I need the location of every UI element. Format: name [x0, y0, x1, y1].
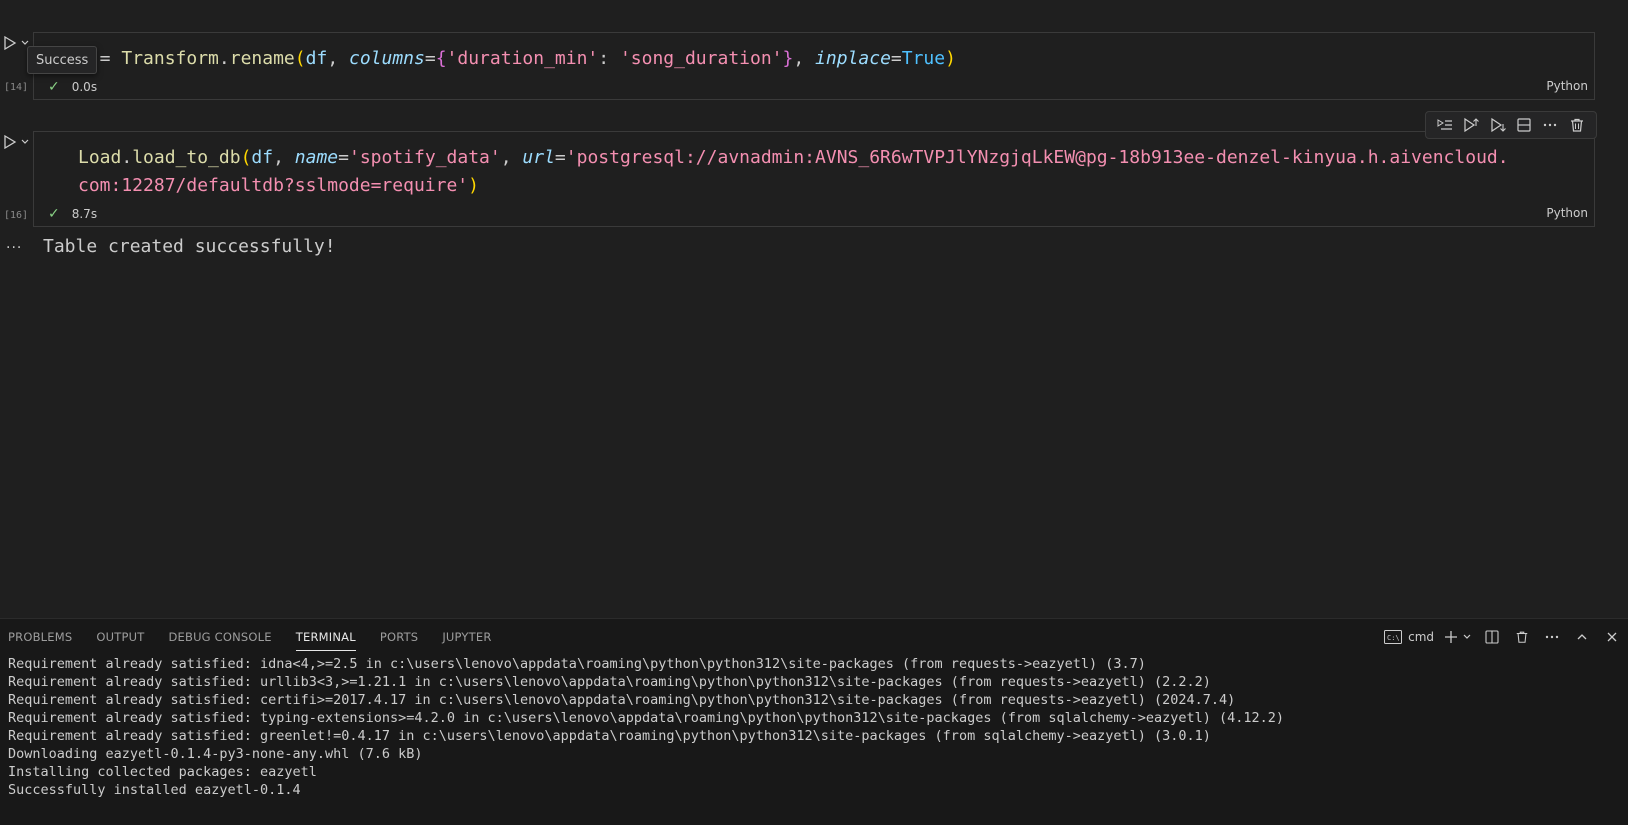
- code-token: (: [294, 48, 306, 69]
- split-cell-icon[interactable]: [1513, 114, 1535, 136]
- cell-2-code[interactable]: Load.load_to_db(df, name='spotify_data',…: [78, 144, 1509, 200]
- new-terminal-button[interactable]: [1444, 626, 1472, 648]
- terminal-icon: C:\: [1384, 630, 1403, 644]
- cell-output: Table created successfully!: [43, 236, 336, 257]
- code-token: df: [251, 147, 274, 168]
- code-token: {: [435, 48, 447, 69]
- code-token: url: [522, 147, 555, 168]
- split-icon: [1485, 630, 1499, 644]
- code-token: com:12287/defaultdb?sslmode=require': [78, 175, 469, 196]
- check-icon: ✓: [48, 206, 60, 222]
- tab-jupyter[interactable]: JUPYTER: [430, 619, 503, 655]
- terminal-line: Requirement already satisfied: idna<4,>=…: [8, 656, 1146, 672]
- code-token: .: [218, 48, 230, 69]
- code-token: ,: [327, 48, 349, 69]
- more-actions-icon: [1545, 635, 1559, 639]
- chevron-up-icon: [1577, 634, 1587, 640]
- code-token: ,: [273, 147, 295, 168]
- code-token: ,: [500, 147, 523, 168]
- code-token: 'spotify_data': [349, 147, 501, 168]
- close-icon: [1607, 632, 1617, 642]
- chevron-down-icon[interactable]: [20, 137, 30, 147]
- cell-1-code[interactable]: f = Transform.rename(df, columns={'durat…: [78, 45, 956, 73]
- code-token: df: [305, 48, 328, 69]
- code-cell-2[interactable]: Load.load_to_db(df, name='spotify_data',…: [33, 131, 1595, 227]
- cell-2-run-controls: [3, 135, 30, 149]
- success-tooltip: Success: [27, 46, 98, 74]
- code-token: .: [121, 147, 133, 168]
- panel-actions: C:\ cmd: [1384, 619, 1622, 655]
- delete-cell-icon[interactable]: [1566, 114, 1588, 136]
- run-by-line-icon[interactable]: [1434, 114, 1456, 136]
- close-panel-button[interactable]: [1602, 626, 1622, 648]
- code-token: =: [424, 48, 436, 69]
- code-token: Transform: [121, 48, 219, 69]
- cell-1-run-controls: [3, 36, 30, 50]
- code-token: =: [338, 147, 349, 168]
- code-token: 'duration_min': [446, 48, 599, 69]
- terminal-line: Downloading eazyetl-0.1.4-py3-none-any.w…: [8, 746, 423, 762]
- tab-ports[interactable]: PORTS: [368, 619, 430, 655]
- tab-debug-console[interactable]: DEBUG CONSOLE: [156, 619, 283, 655]
- code-token: ): [945, 48, 956, 69]
- notebook-editor: [14] f = Transform.rename(df, columns={'…: [0, 0, 1628, 618]
- terminal-name: cmd: [1408, 630, 1434, 644]
- tab-terminal[interactable]: TERMINAL: [284, 619, 368, 655]
- maximize-panel-button[interactable]: [1572, 626, 1592, 648]
- code-token: =: [554, 147, 566, 168]
- execution-duration: 0.0s: [71, 80, 98, 94]
- code-token: ): [468, 175, 479, 196]
- run-cell-icon[interactable]: [3, 135, 17, 149]
- code-token: name: [294, 147, 339, 168]
- code-token: inplace: [815, 48, 891, 69]
- terminal-line: Requirement already satisfied: certifi>=…: [8, 692, 1236, 708]
- check-icon: ✓: [48, 79, 60, 95]
- terminal-line: Installing collected packages: eazyetl: [8, 764, 317, 780]
- kill-terminal-button[interactable]: [1512, 626, 1532, 648]
- execute-below-icon[interactable]: [1487, 114, 1509, 136]
- code-cell-1[interactable]: f = Transform.rename(df, columns={'durat…: [33, 32, 1595, 100]
- execution-count: [16]: [4, 210, 29, 221]
- code-token: 'postgresql://avnadmin:AVNS_6R6wTVPJlYNz…: [565, 147, 1509, 168]
- tab-problems[interactable]: PROBLEMS: [8, 619, 84, 655]
- code-token: ,: [793, 48, 816, 69]
- cell-language-label[interactable]: Python: [1546, 206, 1588, 220]
- cell-2-status: ✓ 8.7s: [48, 206, 97, 222]
- terminal-line: Requirement already satisfied: urllib3<3…: [8, 674, 1211, 690]
- code-token: Load: [78, 147, 122, 168]
- code-token: =: [890, 48, 902, 69]
- cell-toolbar: [1425, 111, 1597, 139]
- cell-language-label[interactable]: Python: [1546, 79, 1588, 93]
- panel-more-button[interactable]: [1542, 626, 1562, 648]
- execute-above-icon[interactable]: [1460, 114, 1482, 136]
- bottom-panel: PROBLEMS OUTPUT DEBUG CONSOLE TERMINAL P…: [0, 618, 1628, 825]
- execution-count: [14]: [4, 82, 29, 93]
- svg-text:C:\: C:\: [1387, 634, 1400, 642]
- terminal-output[interactable]: Requirement already satisfied: idna<4,>=…: [8, 655, 1620, 823]
- code-token: :: [598, 48, 620, 69]
- code-token: rename: [229, 48, 295, 69]
- terminal-line: Successfully installed eazyetl-0.1.4: [8, 782, 301, 798]
- panel-tabs: PROBLEMS OUTPUT DEBUG CONSOLE TERMINAL P…: [0, 619, 504, 655]
- code-token: True: [901, 48, 946, 69]
- run-cell-icon[interactable]: [3, 36, 17, 50]
- plus-icon: [1445, 631, 1457, 643]
- trash-icon: [1516, 631, 1528, 643]
- code-token: }: [782, 48, 794, 69]
- code-token: (: [240, 147, 252, 168]
- code-token: columns: [349, 48, 425, 69]
- terminal-line: Requirement already satisfied: greenlet!…: [8, 728, 1211, 744]
- chevron-down-icon: [1463, 634, 1471, 639]
- output-more-icon[interactable]: ...: [6, 236, 22, 252]
- code-token: load_to_db: [132, 147, 241, 168]
- cell-1-status: ✓ 0.0s: [48, 79, 97, 95]
- more-actions-icon[interactable]: [1539, 114, 1561, 136]
- execution-duration: 8.7s: [71, 207, 98, 221]
- code-token: 'song_duration': [619, 48, 783, 69]
- tab-output[interactable]: OUTPUT: [84, 619, 156, 655]
- terminal-line: Requirement already satisfied: typing-ex…: [8, 710, 1285, 726]
- split-terminal-button[interactable]: [1482, 626, 1502, 648]
- terminal-selector[interactable]: C:\ cmd: [1384, 626, 1434, 648]
